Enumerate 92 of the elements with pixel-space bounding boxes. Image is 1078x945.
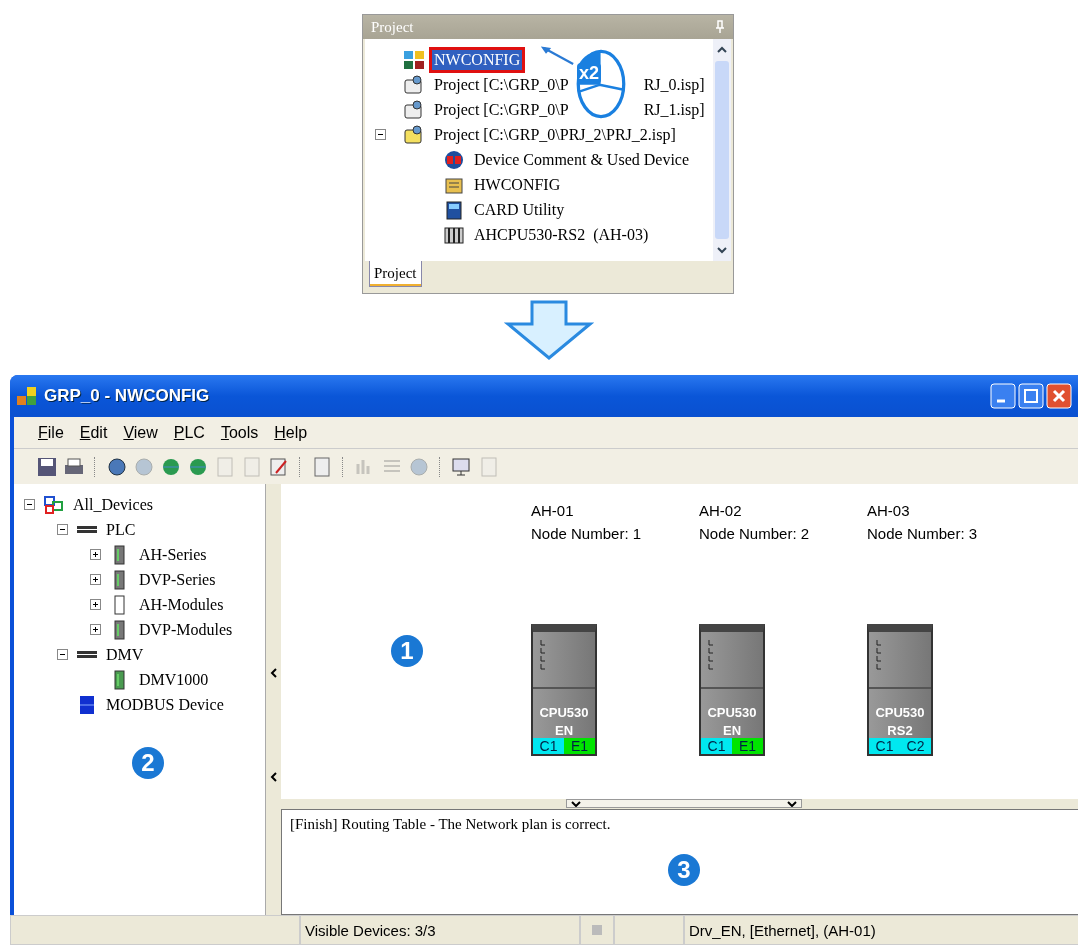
tree-item[interactable]: DVP-Series	[139, 570, 216, 589]
module-label: RS2	[886, 723, 914, 738]
tree-item[interactable]: CARD Utility	[469, 196, 570, 223]
node-number: Node Number: 2	[699, 525, 811, 542]
tree-item[interactable]: All_Devices	[73, 495, 153, 514]
tree-item[interactable]: Project [C:\GRP_0\PRJ_2\PRJ_2.isp]	[429, 121, 681, 148]
module-label: CPU530	[874, 705, 926, 720]
project-icon	[403, 124, 425, 145]
tree-item[interactable]: Project [C:\GRP_0\P	[429, 96, 574, 123]
expand-collapse-icon[interactable]	[90, 549, 101, 560]
status-text: Drv_EN, [Ethernet], (AH-01)	[684, 915, 1078, 945]
callout-number: 3	[668, 854, 700, 886]
panel-title: Project	[371, 18, 414, 36]
led-icon	[875, 638, 883, 672]
expand-collapse-icon[interactable]	[90, 599, 101, 610]
expand-collapse-icon[interactable]	[57, 649, 68, 660]
node-number: Node Number: 1	[531, 525, 643, 542]
checklist-icon	[443, 149, 465, 170]
port-label[interactable]: C1	[701, 738, 732, 754]
device-name: AH-03	[867, 502, 911, 519]
expand-collapse-icon[interactable]	[57, 524, 68, 535]
window-title: GRP_0 - NWCONFIG	[44, 386, 211, 406]
expand-collapse-icon[interactable]	[90, 624, 101, 635]
tree-item[interactable]: PLC	[106, 520, 136, 539]
chevron-down-icon[interactable]	[787, 800, 797, 807]
save-icon[interactable]	[36, 455, 58, 478]
port-label[interactable]: C1	[533, 738, 564, 754]
expand-collapse-icon[interactable]	[90, 574, 101, 585]
tree-item[interactable]: Project [C:\GRP_0\P	[429, 71, 574, 98]
menu-item[interactable]: PLC	[173, 423, 205, 442]
tree-item[interactable]: AHCPU530-RS2 (AH-03)	[469, 221, 654, 248]
tree-item[interactable]: DMV	[106, 645, 144, 664]
network-icon	[403, 49, 425, 70]
port-label[interactable]: C2	[900, 738, 931, 754]
port-label[interactable]: E1	[564, 738, 595, 754]
module-label: EN	[721, 723, 743, 738]
output-message: [Finish] Routing Table - The Network plan is correct.	[290, 816, 611, 832]
menu-item[interactable]: Edit	[79, 423, 108, 442]
module-label: CPU530	[706, 705, 758, 720]
tree-item[interactable]: DVP-Modules	[139, 620, 233, 639]
led-icon	[539, 638, 547, 672]
card-icon	[443, 199, 465, 220]
device-name: AH-02	[699, 502, 743, 519]
project-icon	[403, 99, 425, 120]
menu-item[interactable]: Tools	[220, 423, 259, 442]
status-icon	[592, 925, 602, 935]
chevron-down-icon[interactable]	[571, 800, 581, 807]
led-icon	[707, 638, 715, 672]
cpu-module[interactable]: CPU530 RS2 C1 C2	[867, 624, 933, 756]
menu-item[interactable]: View	[123, 423, 158, 442]
cpu-module[interactable]: CPU530 EN C1 E1	[531, 624, 597, 756]
maximize-icon[interactable]	[1018, 383, 1044, 409]
callout-number: 1	[391, 635, 423, 667]
network-icon	[43, 494, 65, 515]
module-label: EN	[553, 723, 575, 738]
port-label[interactable]: E1	[732, 738, 763, 754]
chevron-left-icon[interactable]	[269, 666, 278, 679]
tree-item[interactable]: AH-Modules	[139, 595, 224, 614]
tree-item[interactable]: MODBUS Device	[106, 695, 224, 714]
module-label: CPU530	[538, 705, 590, 720]
tree-item[interactable]: Device Comment & Used Device	[469, 146, 695, 173]
rack-icon	[443, 224, 465, 245]
click-count-badge: x2	[577, 63, 602, 84]
tree-item[interactable]: DMV1000	[139, 670, 209, 689]
chevron-left-icon[interactable]	[269, 770, 278, 783]
tree-item[interactable]: NWCONFIG	[429, 46, 526, 73]
circle-icon[interactable]	[106, 455, 128, 478]
menu-item[interactable]: Help	[274, 423, 308, 442]
panel-tab[interactable]: Project	[369, 261, 422, 287]
down-arrow-icon	[504, 300, 594, 360]
tree-item[interactable]: HWCONFIG	[469, 171, 566, 198]
menu-item[interactable]: File	[38, 423, 64, 442]
scrollbar[interactable]	[713, 39, 731, 261]
tree-item-text: RJ_0.isp]	[643, 75, 705, 94]
minimize-icon[interactable]	[990, 383, 1016, 409]
status-text: Visible Devices: 3/3	[300, 915, 580, 945]
tree-item[interactable]: AH-Series	[139, 545, 207, 564]
cpu-module[interactable]: CPU530 EN C1 E1	[699, 624, 765, 756]
close-icon[interactable]	[1046, 383, 1072, 409]
device-name: AH-01	[531, 502, 575, 519]
port-label[interactable]: C1	[869, 738, 900, 754]
node-number: Node Number: 3	[867, 525, 979, 542]
splitter-handle[interactable]	[566, 799, 802, 808]
app-icon	[16, 386, 38, 406]
edit-icon[interactable]	[268, 455, 290, 478]
tree-item-text: RJ_1.isp]	[643, 100, 705, 119]
project-icon	[403, 74, 425, 95]
collapse-icon[interactable]	[375, 129, 386, 140]
expand-collapse-icon[interactable]	[24, 499, 35, 510]
scroll-thumb[interactable]	[715, 61, 729, 239]
callout-number: 2	[132, 747, 164, 779]
monitor-icon[interactable]	[451, 455, 473, 478]
